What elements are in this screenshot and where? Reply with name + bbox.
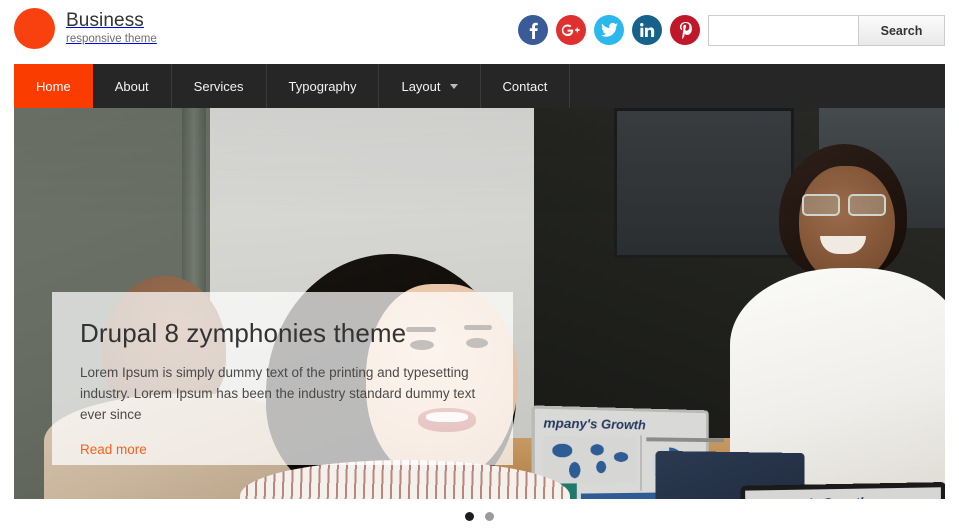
nav-label-contact: Contact (502, 78, 548, 94)
search-button[interactable]: Search (858, 15, 945, 46)
nav-item-typography[interactable]: Typography (267, 64, 380, 108)
twitter-icon[interactable] (594, 15, 624, 45)
hero-body-text: Lorem Ipsum is simply dummy text of the … (80, 365, 476, 422)
nav-label-about: About (114, 78, 149, 94)
orange-circle-logo-icon (14, 8, 55, 49)
search-form: Search (708, 15, 945, 46)
nav-label-services: Services (193, 78, 244, 94)
nav-label-typography: Typography (288, 78, 357, 94)
linkedin-icon[interactable] (632, 15, 662, 45)
brand-subtitle: responsive theme (66, 33, 157, 45)
hero-heading: Drupal 8 zymphonies theme (80, 318, 407, 348)
nav-item-layout[interactable]: Layout (379, 64, 481, 108)
main-navigation: Home About Services Typography Layout Co… (14, 64, 945, 108)
nav-item-home[interactable]: Home (14, 64, 93, 108)
brand-title: Business (66, 10, 144, 31)
carousel-dot-2[interactable] (485, 512, 494, 521)
site-header: Business responsive theme Search (0, 0, 959, 62)
page-root: Business responsive theme Search Home Ab… (0, 0, 959, 531)
hero-carousel-slide[interactable]: mpany's Growth 65% Company's Growth 85% (14, 108, 945, 499)
pinterest-icon[interactable] (670, 15, 700, 45)
hero-caption-box: Drupal 8 zymphonies theme Lorem Ipsum is… (52, 292, 513, 465)
nav-label-home: Home (36, 78, 71, 94)
social-links (518, 15, 738, 45)
nav-item-contact[interactable]: Contact (481, 64, 571, 108)
read-more-link[interactable]: Read more (80, 442, 147, 457)
nav-item-about[interactable]: About (93, 64, 172, 108)
nav-item-services[interactable]: Services (172, 64, 267, 108)
carousel-dot-1[interactable] (465, 512, 474, 521)
site-logo-link[interactable]: Business responsive theme (14, 8, 157, 49)
nav-label-layout: Layout (401, 78, 441, 94)
search-input[interactable] (708, 15, 858, 46)
brand-text: Business responsive theme (66, 10, 157, 47)
facebook-icon[interactable] (518, 15, 548, 45)
chevron-down-icon (449, 83, 458, 89)
carousel-indicators (0, 512, 959, 521)
google-plus-icon[interactable] (556, 15, 586, 45)
